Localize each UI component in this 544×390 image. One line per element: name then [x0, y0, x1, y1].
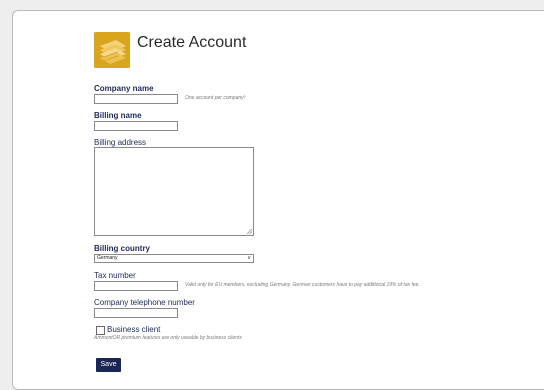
resize-grip-icon[interactable] — [246, 228, 252, 234]
billing-name-input[interactable] — [94, 121, 178, 131]
tax-number-hint: Valid only for EU members, excluding Ger… — [185, 282, 420, 288]
billing-address-textarea[interactable] — [94, 147, 254, 236]
company-name-label: Company name — [94, 84, 154, 93]
business-client-hint: AmmontOR premium features are only useab… — [94, 335, 242, 341]
billing-country-value: Germany — [97, 255, 118, 261]
company-name-hint: One account per company! — [185, 95, 246, 101]
money-stack-icon — [94, 32, 130, 68]
business-client-checkbox[interactable] — [96, 326, 105, 335]
billing-name-label: Billing name — [94, 111, 142, 120]
billing-country-select[interactable]: Germany ∨ — [94, 254, 254, 263]
tax-number-label: Tax number — [94, 271, 136, 280]
billing-country-label: Billing country — [94, 244, 150, 253]
company-telephone-label: Company telephone number — [94, 298, 195, 307]
company-telephone-input[interactable] — [94, 308, 178, 318]
business-client-label: Business client — [107, 325, 161, 334]
tax-number-input[interactable] — [94, 281, 178, 291]
company-name-input[interactable] — [94, 94, 178, 104]
save-button[interactable]: Save — [96, 358, 121, 372]
create-account-card: Create Account Company name One account … — [12, 10, 544, 390]
chevron-down-icon: ∨ — [247, 255, 251, 261]
page-title: Create Account — [137, 34, 247, 51]
